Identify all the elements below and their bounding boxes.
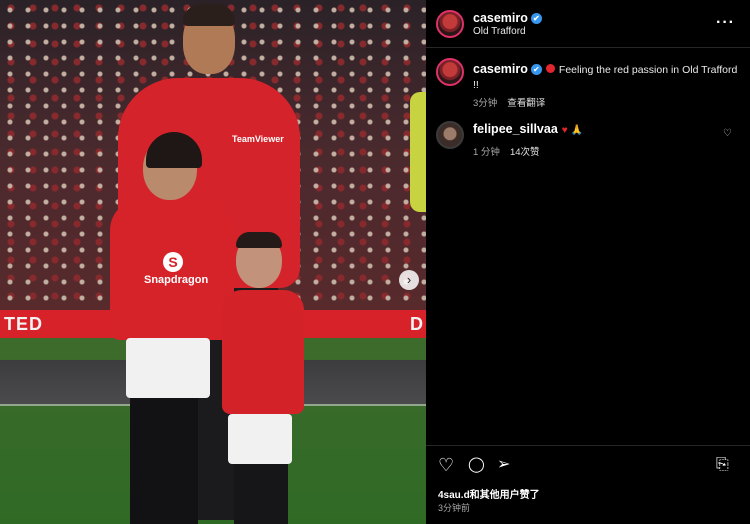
boy-legs [234,462,288,524]
like-icon[interactable]: ♡ [438,456,454,474]
heart-emoji-icon: ♥ [561,125,568,136]
girl-legs [130,396,198,524]
boy-hair [236,232,282,248]
commenter-avatar[interactable] [436,121,464,149]
commenter-username[interactable]: felipee_sillvaa [473,122,558,136]
player-hair [183,4,235,26]
goalkeeper-edge [410,92,426,212]
caption-avatar[interactable] [436,58,464,86]
caption-meta: 3分钟 查看翻译 [473,95,545,109]
comment-time: 1 分钟 [473,147,500,158]
share-icon[interactable]: ➢ [497,456,510,474]
board-text-right: D [410,314,424,334]
boy-shirt [222,290,304,414]
post-location[interactable]: Old Trafford [473,26,526,37]
girl-shorts [126,338,210,398]
board-text-left: TED [4,314,43,334]
sponsor-adult: TeamViewer [232,134,284,144]
actions-divider [426,445,750,446]
comment-item: felipee_sillvaa ♥ 🙏 [473,122,583,136]
verified-badge-icon: ✔ [530,64,542,75]
author-username-header[interactable]: casemiro ✔ [473,11,542,25]
caption-time: 3分钟 [473,98,498,109]
caption-username[interactable]: casemiro [473,62,528,76]
post-photo[interactable]: TED D TeamViewer S Snapdragon › [0,0,426,524]
comment-icon[interactable]: ◯ [468,456,485,474]
see-translation-link[interactable]: 查看翻译 [507,98,545,109]
post-time: 3分钟前 [438,503,471,513]
verified-badge-icon: ✔ [530,13,542,24]
sponsor-girl: Snapdragon [144,274,209,286]
red-circle-emoji-icon [545,64,555,73]
post-caption: casemiro ✔ Feeling the red passion in Old … [473,62,738,93]
pray-emoji-icon: 🙏 [570,125,584,136]
more-options-icon[interactable]: ··· [716,14,735,32]
author-username-text[interactable]: casemiro [473,11,528,25]
sponsor-logo-icon: S [163,252,183,272]
post-header: casemiro ✔ Old Trafford ··· [426,0,750,48]
next-photo-button[interactable]: › [399,270,419,290]
comment-meta: 1 分钟 14次赞 [473,144,540,158]
save-icon[interactable]: ⎘ [716,456,729,474]
comment-like-icon[interactable]: ♡ [723,128,732,139]
likes-summary[interactable]: 4sau.d和其他用户赞了 [438,486,540,501]
comment-likes[interactable]: 14次赞 [510,147,540,158]
post-side-panel: casemiro ✔ Old Trafford ··· casemiro ✔ Feel… [426,0,750,524]
boy-shorts [228,414,292,464]
author-avatar[interactable] [436,10,464,38]
